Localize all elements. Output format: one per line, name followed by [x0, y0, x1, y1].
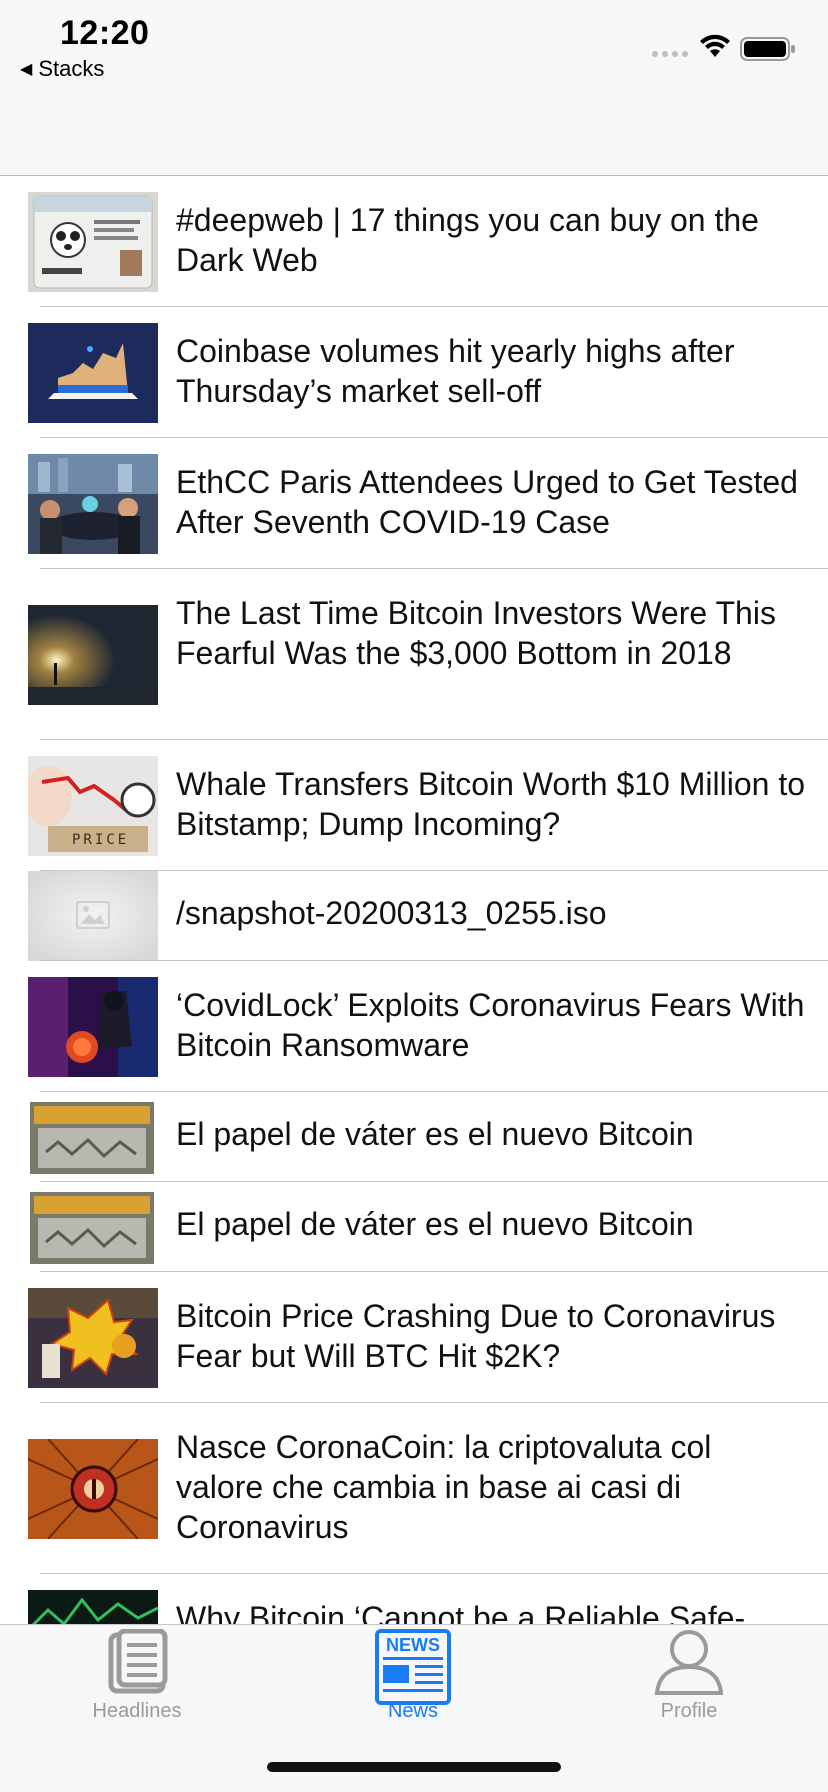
article-thumbnail: [28, 1092, 158, 1182]
tab-profile[interactable]: Profile: [609, 1629, 769, 1723]
article-title: Coinbase volumes hit yearly highs after …: [176, 333, 735, 409]
article-thumbnail: [28, 1439, 158, 1539]
thumb-caption: PRICE: [72, 832, 130, 848]
article-title: EthCC Paris Attendees Urged to Get Teste…: [176, 464, 798, 540]
article-title: The Last Time Bitcoin Investors Were Thi…: [176, 595, 776, 671]
list-item[interactable]: Why Bitcoin ‘Cannot be a Reliable Safe-: [0, 1574, 828, 1624]
article-title: Nasce CoronaCoin: la criptovaluta col va…: [176, 1429, 712, 1545]
cellular-signal-icon: [652, 51, 688, 57]
svg-text:NEWS: NEWS: [386, 1635, 440, 1655]
back-triangle-icon: ◀: [20, 61, 33, 78]
article-thumbnail: [28, 1182, 158, 1272]
battery-icon: [740, 37, 795, 61]
article-title: #deepweb | 17 things you can buy on the …: [176, 202, 759, 278]
list-item[interactable]: /snapshot-20200313_0255.iso: [0, 871, 828, 961]
article-title: Whale Transfers Bitcoin Worth $10 Millio…: [176, 766, 805, 842]
news-list[interactable]: #deepweb | 17 things you can buy on the …: [0, 176, 828, 1624]
tab-profile-label: Profile: [660, 1700, 718, 1722]
article-title: /snapshot-20200313_0255.iso: [176, 895, 607, 931]
list-item[interactable]: El papel de váter es el nuevo Bitcoin: [0, 1092, 828, 1182]
article-title: El papel de váter es el nuevo Bitcoin: [176, 1116, 694, 1152]
tab-headlines[interactable]: Headlines: [57, 1628, 217, 1723]
back-button[interactable]: ◀ Stacks: [20, 56, 104, 82]
tab-news-label: News: [387, 1700, 438, 1722]
tab-headlines-label: Headlines: [92, 1700, 182, 1722]
article-thumbnail: PRICE: [28, 756, 158, 856]
article-thumbnail: [28, 192, 158, 292]
document-icon: [108, 1628, 168, 1694]
status-time: 12:20: [60, 14, 150, 52]
wifi-icon: [700, 34, 730, 57]
article-title: El papel de váter es el nuevo Bitcoin: [176, 1206, 694, 1242]
list-item[interactable]: PRICE Whale Transfers Bitcoin Worth $10 …: [0, 740, 828, 871]
person-icon: [654, 1630, 724, 1695]
article-title: Bitcoin Price Crashing Due to Coronaviru…: [176, 1298, 776, 1374]
list-item[interactable]: ‘CovidLock’ Exploits Coronavirus Fears W…: [0, 961, 828, 1092]
article-thumbnail: [28, 605, 158, 705]
article-title: Why Bitcoin ‘Cannot be a Reliable Safe-: [176, 1600, 746, 1624]
article-thumbnail: [28, 871, 158, 961]
list-item[interactable]: #deepweb | 17 things you can buy on the …: [0, 176, 828, 307]
article-thumbnail: [28, 1590, 158, 1624]
newspaper-icon: NEWS: [375, 1629, 451, 1705]
article-title: ‘CovidLock’ Exploits Coronavirus Fears W…: [176, 987, 805, 1063]
article-thumbnail: [28, 323, 158, 423]
article-thumbnail: [28, 454, 158, 554]
status-bar: 12:20 ◀ Stacks: [0, 0, 828, 176]
list-item[interactable]: Nasce CoronaCoin: la criptovaluta col va…: [0, 1403, 828, 1574]
article-thumbnail: [28, 1288, 158, 1388]
tab-news[interactable]: NEWS News: [333, 1629, 493, 1723]
home-indicator: [267, 1762, 561, 1772]
list-item[interactable]: Bitcoin Price Crashing Due to Coronaviru…: [0, 1272, 828, 1403]
list-item[interactable]: The Last Time Bitcoin Investors Were Thi…: [0, 569, 828, 740]
back-label: Stacks: [38, 56, 105, 81]
list-item[interactable]: El papel de váter es el nuevo Bitcoin: [0, 1182, 828, 1272]
article-thumbnail: [28, 977, 158, 1077]
list-item[interactable]: EthCC Paris Attendees Urged to Get Teste…: [0, 438, 828, 569]
list-item[interactable]: Coinbase volumes hit yearly highs after …: [0, 307, 828, 438]
